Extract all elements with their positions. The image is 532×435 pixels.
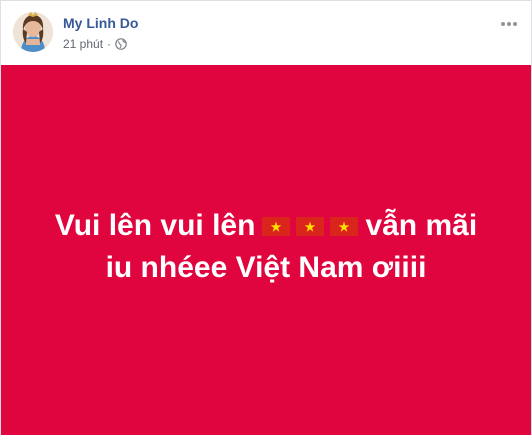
status-text-line1-start: Vui lên vui lên [54, 209, 256, 242]
post-meta: 21 phút · [63, 37, 127, 51]
vietnam-flag-icon [262, 217, 291, 236]
post-timestamp[interactable]: 21 phút [63, 37, 103, 51]
author-name[interactable]: My Linh Do [63, 15, 138, 31]
meta-separator: · [107, 37, 112, 51]
vietnam-flag-icon [330, 217, 359, 236]
avatar[interactable] [13, 12, 53, 52]
status-background-banner: Vui lên vui lên vẫn mãi iu nhéee Việt Nam… [1, 65, 531, 435]
facebook-post: My Linh Do 21 phút · Vui lên vui lên vẫn … [0, 0, 532, 435]
avatar-image [13, 12, 53, 52]
status-text: Vui lên vui lên vẫn mãi iu nhéee Việt Nam… [31, 205, 501, 289]
status-text-line2: iu nhéee Việt Nam ơiiii [105, 251, 427, 284]
globe-icon[interactable] [115, 38, 127, 50]
more-options-icon[interactable] [499, 17, 519, 29]
flag-emoji-group [259, 209, 361, 242]
post-header: My Linh Do 21 phút · [1, 1, 531, 65]
vietnam-flag-icon [296, 217, 325, 236]
status-text-line1-end: vẫn mãi [365, 209, 478, 242]
